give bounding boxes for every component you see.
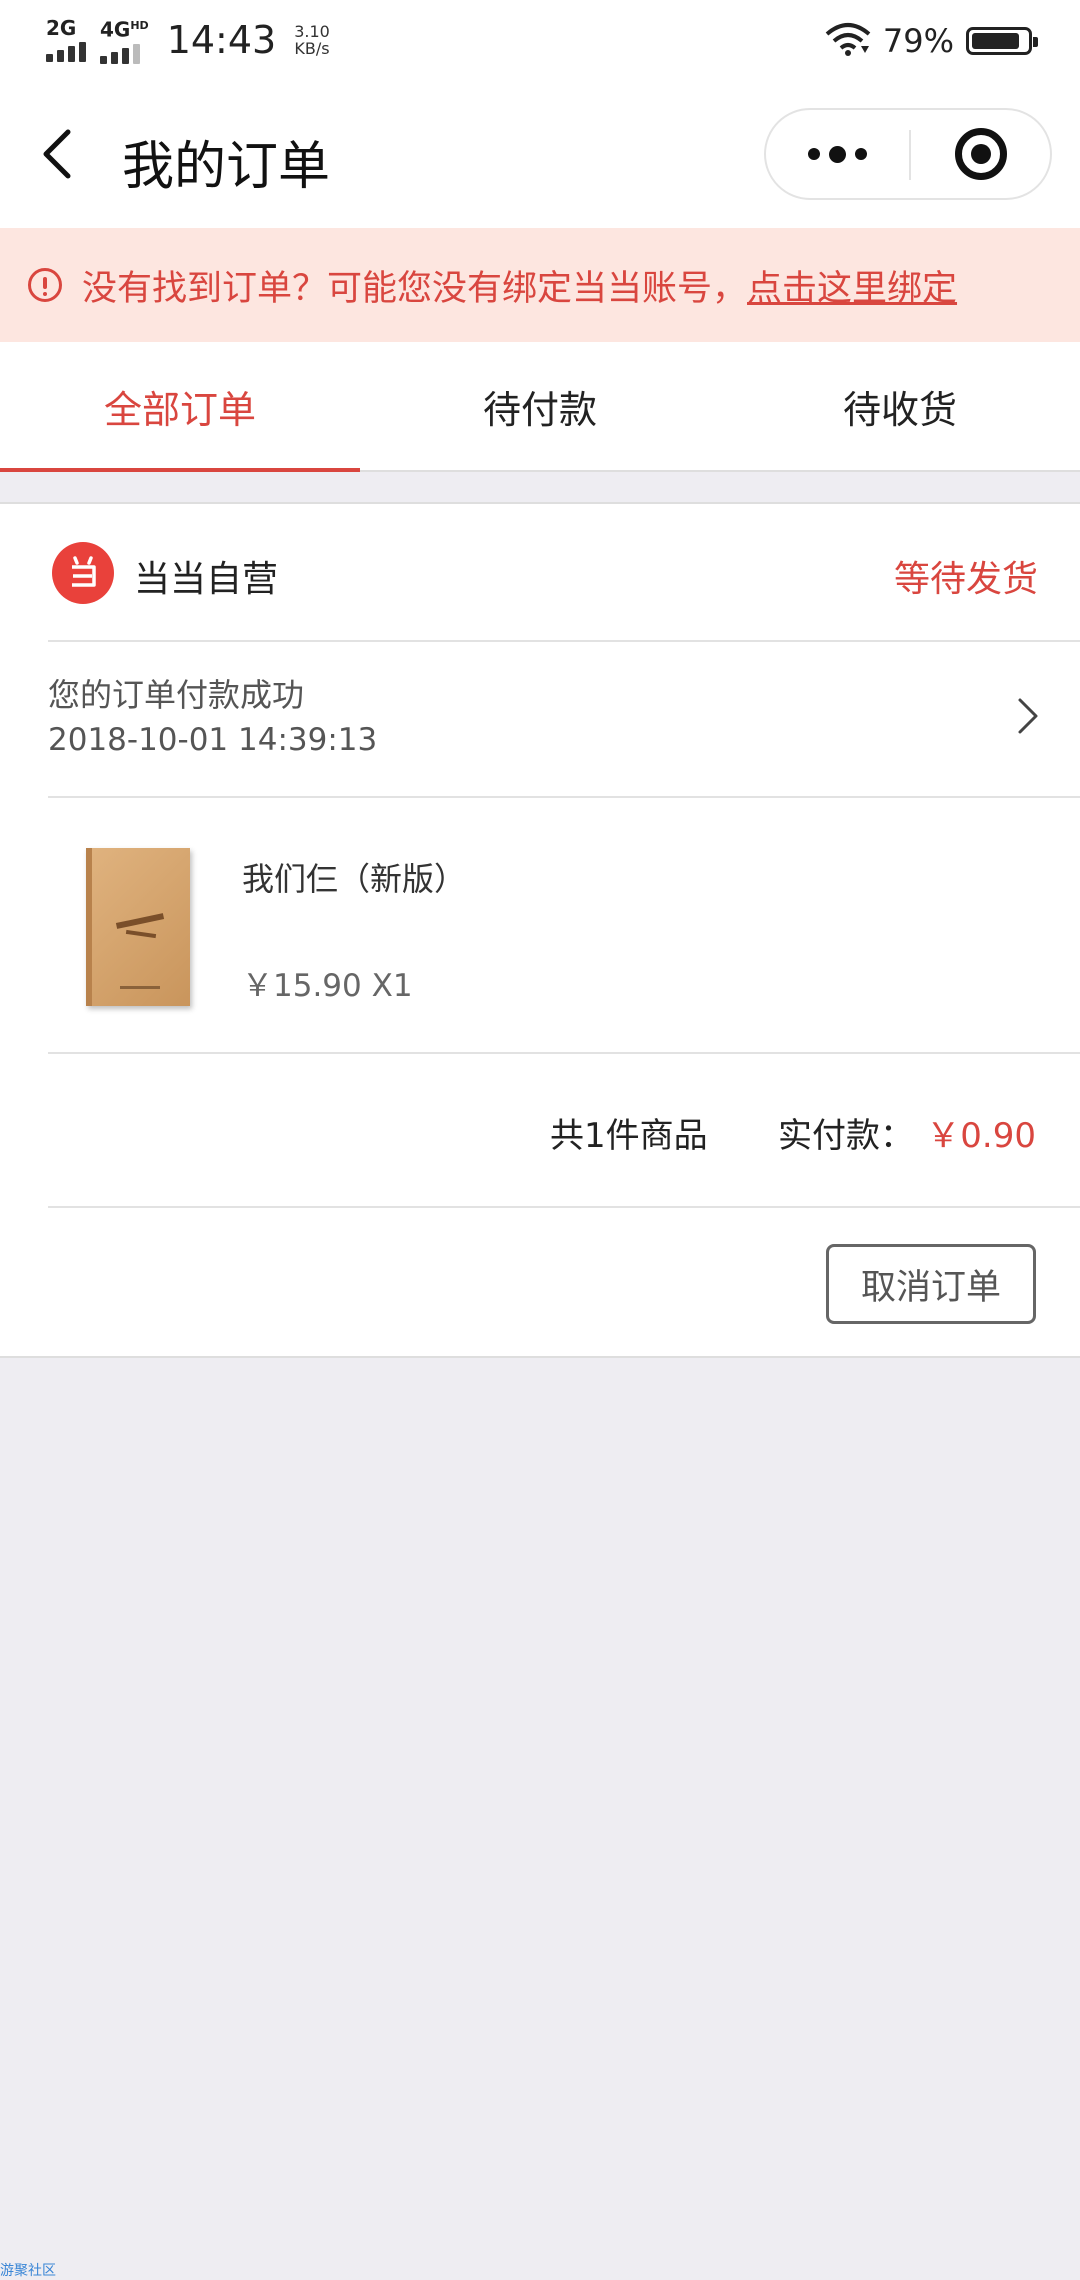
paid-amount: ￥0.90 — [926, 1116, 1036, 1156]
order-actions: 取消订单 — [48, 1206, 1080, 1356]
speed-unit: KB/s — [294, 38, 330, 58]
order-summary: 共1件商品 实付款： ￥0.90 — [48, 1052, 1080, 1208]
status-message: 您的订单付款成功 — [48, 676, 305, 714]
bind-account-notice: 没有找到订单？可能您没有绑定当当账号， 点击这里绑定 — [0, 228, 1080, 342]
product-name: 我们仨（新版） — [242, 860, 467, 898]
mini-program-capsule — [764, 108, 1052, 200]
product-price: ￥15.90 X1 — [242, 968, 413, 1004]
watermark: 游聚社区 — [0, 2263, 56, 2279]
signal-icon — [100, 43, 140, 64]
back-button[interactable] — [38, 124, 78, 184]
more-button[interactable] — [766, 110, 909, 198]
close-mini-program-button[interactable] — [911, 110, 1050, 198]
shop-name: 当当自营 — [134, 559, 279, 600]
network-4g-label: 4G — [100, 17, 131, 42]
speed-value: 3.10 — [294, 21, 330, 41]
network-2g-label: 2G — [46, 15, 77, 40]
network-speed: 3.10 KB/s — [294, 23, 330, 57]
order-card: 当当自营 等待发货 您的订单付款成功 2018-10-01 14:39:13 我… — [0, 502, 1080, 1358]
status-time: 2018-10-01 14:39:13 — [48, 722, 378, 758]
order-tabs: 全部订单 待付款 待收货 — [0, 342, 1080, 472]
battery-percent: 79% — [882, 22, 954, 60]
notice-text: 没有找到订单？可能您没有绑定当当账号， — [82, 268, 748, 309]
dangdang-logo-icon — [52, 542, 114, 604]
chevron-right-icon — [1018, 698, 1038, 734]
paid-label: 实付款： — [778, 1116, 914, 1156]
signal-icon — [46, 41, 86, 62]
page-title: 我的订单 — [122, 137, 331, 197]
target-close-icon — [954, 128, 1007, 180]
item-count: 共1件商品 — [550, 1116, 708, 1156]
tab-pending-payment[interactable]: 待付款 — [360, 342, 720, 470]
cancel-order-button[interactable]: 取消订单 — [826, 1244, 1036, 1324]
network-4g-hd: HD — [130, 19, 149, 32]
network-4g: 4GHD — [100, 16, 149, 64]
network-2g: 2G — [46, 18, 86, 62]
nav-bar: 我的订单 — [0, 84, 1080, 228]
shop-header: 当当自营 等待发货 — [48, 504, 1080, 642]
battery-icon — [966, 27, 1038, 55]
status-bar-left: 2G 4GHD 14:43 3.10 KB/s — [46, 16, 330, 64]
wifi-icon — [825, 22, 871, 60]
chevron-left-icon — [43, 129, 71, 179]
product-item[interactable]: 我们仨（新版） ￥15.90 X1 — [48, 796, 1080, 1054]
more-dots-icon — [808, 145, 867, 163]
clock: 14:43 — [166, 17, 277, 62]
order-status: 等待发货 — [893, 559, 1038, 600]
order-status-row[interactable]: 您的订单付款成功 2018-10-01 14:39:13 — [48, 640, 1080, 798]
tab-pending-receipt[interactable]: 待收货 — [720, 342, 1080, 470]
tab-all-orders[interactable]: 全部订单 — [0, 342, 360, 472]
book-cover-image — [86, 848, 190, 1006]
status-bar: 2G 4GHD 14:43 3.10 KB/s 79% — [0, 0, 1080, 84]
alert-circle-icon — [28, 268, 62, 302]
status-bar-right: 79% — [825, 22, 1038, 60]
bind-account-link[interactable]: 点击这里绑定 — [747, 260, 957, 311]
